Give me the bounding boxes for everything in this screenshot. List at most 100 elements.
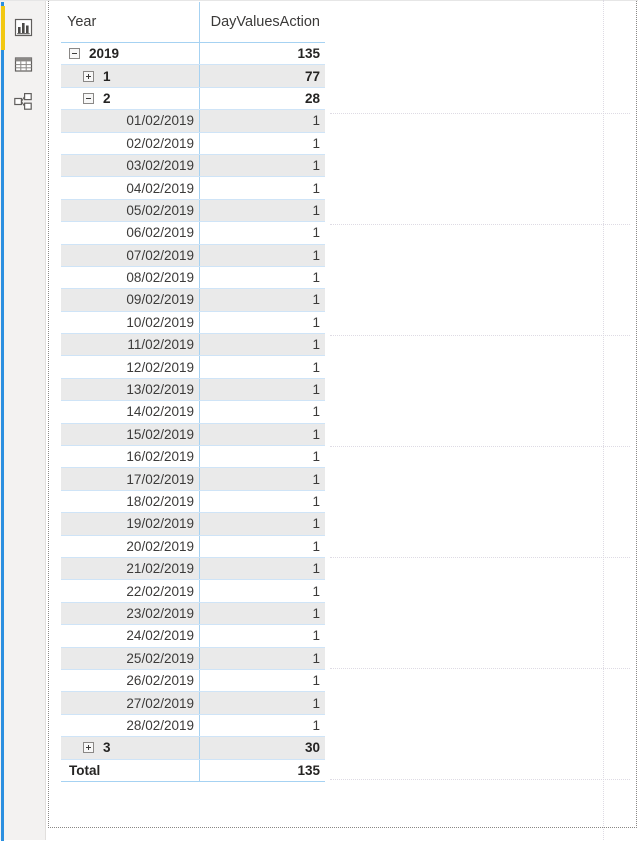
matrix-cell-value[interactable]: 1 bbox=[200, 154, 325, 177]
matrix-row[interactable]: 11/02/2019 1 bbox=[61, 334, 325, 357]
matrix-cell-year[interactable]: 25/02/2019 bbox=[61, 647, 200, 669]
matrix-cell-value[interactable]: 1 bbox=[200, 647, 325, 669]
matrix-row[interactable]: 21/02/2019 1 bbox=[61, 557, 325, 581]
matrix-row[interactable]: 02/02/2019 1 bbox=[61, 132, 325, 155]
matrix-cell-value[interactable]: 1 bbox=[200, 356, 325, 377]
matrix-row[interactable]: 06/02/2019 1 bbox=[61, 222, 325, 245]
matrix-cell-value[interactable]: 1 bbox=[200, 670, 325, 691]
matrix-row[interactable]: 15/02/2019 1 bbox=[61, 423, 325, 447]
matrix-cell-value[interactable]: 135 bbox=[200, 43, 325, 64]
matrix-cell-value[interactable]: 1 bbox=[200, 312, 325, 333]
matrix-row[interactable]: 07/02/2019 1 bbox=[61, 244, 325, 267]
matrix-row[interactable]: 22/02/2019 1 bbox=[61, 580, 325, 603]
collapse-icon[interactable] bbox=[83, 92, 94, 104]
matrix-row[interactable]: 1 77 bbox=[61, 65, 325, 88]
matrix-cell-value[interactable]: 1 bbox=[200, 468, 325, 490]
matrix-cell-value[interactable]: 1 bbox=[200, 267, 325, 288]
matrix-cell-value[interactable]: 1 bbox=[200, 491, 325, 512]
matrix-cell-value[interactable]: 1 bbox=[200, 289, 325, 311]
matrix-cell-year[interactable]: 01/02/2019 bbox=[61, 110, 200, 132]
matrix-cell-value[interactable]: 1 bbox=[200, 557, 325, 580]
matrix-cell-year[interactable]: 11/02/2019 bbox=[61, 334, 200, 356]
matrix-row[interactable]: 08/02/2019 1 bbox=[61, 266, 325, 290]
matrix-cell-year[interactable]: Total bbox=[61, 759, 200, 781]
matrix-cell-year[interactable]: 28/02/2019 bbox=[61, 714, 200, 737]
matrix-cell-value[interactable]: 1 bbox=[200, 580, 325, 601]
matrix-row[interactable]: 25/02/2019 1 bbox=[61, 647, 325, 670]
matrix-row[interactable]: 3 30 bbox=[61, 737, 325, 760]
matrix-row[interactable]: 20/02/2019 1 bbox=[61, 535, 325, 558]
matrix-cell-year[interactable]: 18/02/2019 bbox=[61, 490, 200, 513]
matrix-cell-value[interactable]: 1 bbox=[200, 378, 325, 401]
column-header-year[interactable]: Year bbox=[61, 2, 200, 42]
matrix-cell-value[interactable]: 1 bbox=[200, 244, 325, 266]
matrix-cell-value[interactable]: 1 bbox=[200, 423, 325, 446]
matrix-cell-value[interactable]: 30 bbox=[200, 737, 325, 759]
matrix-row[interactable]: 16/02/2019 1 bbox=[61, 446, 325, 469]
sidebar-item-report-view[interactable] bbox=[8, 12, 38, 42]
matrix-row[interactable]: 04/02/2019 1 bbox=[61, 177, 325, 200]
matrix-cell-year[interactable]: 21/02/2019 bbox=[61, 557, 200, 580]
matrix-cell-value[interactable]: 1 bbox=[200, 110, 325, 132]
matrix-cell-value[interactable]: 1 bbox=[200, 536, 325, 557]
matrix-cell-year[interactable]: 20/02/2019 bbox=[61, 535, 200, 557]
matrix-row[interactable]: 14/02/2019 1 bbox=[61, 401, 325, 424]
matrix-total-row[interactable]: Total 135 bbox=[61, 759, 325, 782]
matrix-cell-year[interactable]: 19/02/2019 bbox=[61, 513, 200, 535]
matrix-row[interactable]: 18/02/2019 1 bbox=[61, 490, 325, 514]
sidebar-item-data-view[interactable] bbox=[8, 49, 38, 79]
matrix-cell-year[interactable]: 26/02/2019 bbox=[61, 669, 200, 692]
matrix-row[interactable]: 09/02/2019 1 bbox=[61, 289, 325, 312]
matrix-cell-value[interactable]: 1 bbox=[200, 446, 325, 467]
matrix-cell-year[interactable]: 27/02/2019 bbox=[61, 692, 200, 714]
matrix-row[interactable]: 01/02/2019 1 bbox=[61, 110, 325, 133]
matrix-cell-year[interactable]: 05/02/2019 bbox=[61, 199, 200, 222]
matrix-cell-value[interactable]: 1 bbox=[200, 715, 325, 736]
expand-icon[interactable] bbox=[83, 70, 94, 82]
matrix-row[interactable]: 24/02/2019 1 bbox=[61, 625, 325, 648]
matrix-cell-year[interactable]: 08/02/2019 bbox=[61, 266, 200, 289]
column-header-dayvaluesaction[interactable]: DayValuesAction bbox=[200, 2, 325, 42]
matrix-row[interactable]: 2 28 bbox=[61, 87, 325, 111]
matrix-row[interactable]: 12/02/2019 1 bbox=[61, 356, 325, 379]
matrix-cell-year[interactable]: 3 bbox=[61, 737, 200, 759]
matrix-row[interactable]: 23/02/2019 1 bbox=[61, 602, 325, 626]
matrix-cell-year[interactable]: 09/02/2019 bbox=[61, 289, 200, 311]
matrix-cell-year[interactable]: 1 bbox=[61, 65, 200, 87]
matrix-cell-year[interactable]: 03/02/2019 bbox=[61, 154, 200, 177]
matrix-row[interactable]: 17/02/2019 1 bbox=[61, 468, 325, 491]
matrix-cell-value[interactable]: 1 bbox=[200, 334, 325, 356]
collapse-icon[interactable] bbox=[69, 48, 80, 60]
matrix-cell-value[interactable]: 1 bbox=[200, 602, 325, 625]
matrix-cell-year[interactable]: 02/02/2019 bbox=[61, 132, 200, 154]
matrix-cell-value[interactable]: 1 bbox=[200, 177, 325, 198]
matrix-row[interactable]: 10/02/2019 1 bbox=[61, 311, 325, 335]
matrix-cell-value[interactable]: 77 bbox=[200, 65, 325, 87]
matrix-cell-value[interactable]: 1 bbox=[200, 222, 325, 243]
matrix-cell-year[interactable]: 14/02/2019 bbox=[61, 401, 200, 423]
matrix-cell-year[interactable]: 17/02/2019 bbox=[61, 468, 200, 490]
matrix-cell-year[interactable]: 04/02/2019 bbox=[61, 177, 200, 199]
matrix-cell-year[interactable]: 2 bbox=[61, 87, 200, 110]
matrix-row[interactable]: 05/02/2019 1 bbox=[61, 199, 325, 223]
matrix-cell-value[interactable]: 1 bbox=[200, 199, 325, 222]
matrix-cell-year[interactable]: 16/02/2019 bbox=[61, 446, 200, 468]
matrix-row[interactable]: 19/02/2019 1 bbox=[61, 513, 325, 536]
matrix-cell-year[interactable]: 07/02/2019 bbox=[61, 244, 200, 266]
matrix-cell-value[interactable]: 135 bbox=[200, 760, 325, 781]
matrix-visual[interactable]: Year DayValuesAction 2019 135 1 77 2 28 01/02/… bbox=[61, 2, 325, 782]
matrix-cell-year[interactable]: 24/02/2019 bbox=[61, 625, 200, 647]
matrix-row[interactable]: 13/02/2019 1 bbox=[61, 378, 325, 402]
matrix-cell-year[interactable]: 23/02/2019 bbox=[61, 602, 200, 625]
matrix-cell-year[interactable]: 15/02/2019 bbox=[61, 423, 200, 446]
matrix-cell-year[interactable]: 12/02/2019 bbox=[61, 356, 200, 378]
expand-icon[interactable] bbox=[83, 742, 94, 754]
matrix-cell-value[interactable]: 1 bbox=[200, 625, 325, 646]
sidebar-item-model-view[interactable] bbox=[8, 86, 38, 116]
matrix-cell-year[interactable]: 06/02/2019 bbox=[61, 222, 200, 244]
matrix-row[interactable]: 2019 135 bbox=[61, 43, 325, 66]
matrix-cell-year[interactable]: 22/02/2019 bbox=[61, 580, 200, 602]
matrix-row[interactable]: 26/02/2019 1 bbox=[61, 669, 325, 693]
matrix-cell-value[interactable]: 1 bbox=[200, 133, 325, 154]
matrix-cell-value[interactable]: 1 bbox=[200, 513, 325, 535]
